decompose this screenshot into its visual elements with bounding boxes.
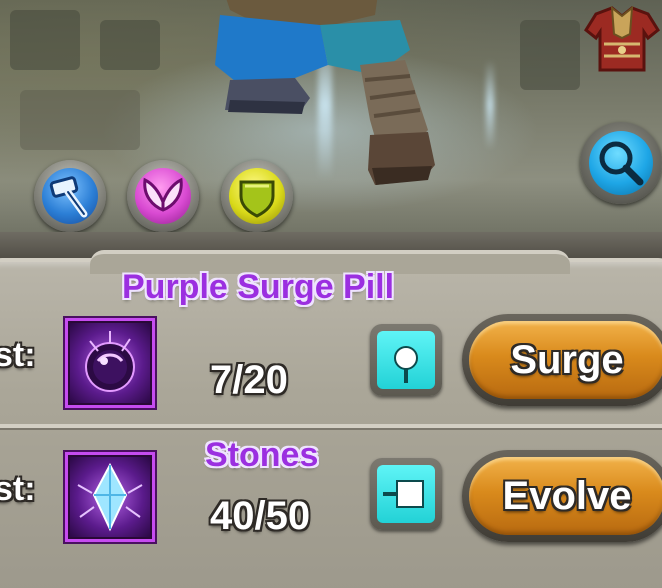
search-button[interactable]	[580, 122, 662, 204]
evolve-button[interactable]: Evolve	[462, 450, 662, 542]
hero-upgrade-screen: Purple Surge Pill st: 7/20 Surge Stones …	[0, 0, 662, 588]
evolve-item-title: Stones	[205, 436, 319, 474]
hammer-icon	[49, 176, 88, 218]
wings-icon	[143, 177, 183, 212]
magnifier-icon	[599, 141, 644, 186]
evolve-auto-toggle[interactable]	[370, 458, 442, 530]
surge-button[interactable]: Surge	[462, 314, 662, 406]
evolve-button-label: Evolve	[502, 474, 632, 518]
surge-item-slot[interactable]	[65, 318, 155, 408]
skill-wings-button[interactable]	[127, 160, 199, 232]
shield-icon	[239, 180, 275, 218]
hero-preview-scene	[0, 0, 662, 240]
evolve-item-slot[interactable]	[65, 452, 155, 542]
crystal-stone-icon	[77, 462, 143, 532]
surge-cost-label: st:	[0, 336, 36, 374]
skill-shield-button[interactable]	[221, 160, 293, 232]
armor-icon[interactable]	[582, 4, 662, 80]
evolve-cost-label: st:	[0, 470, 36, 508]
evolve-item-count: 40/50	[210, 494, 311, 538]
section-divider	[0, 424, 662, 428]
surge-item-count: 7/20	[210, 358, 288, 402]
surge-button-label: Surge	[510, 338, 624, 382]
light-beam	[486, 60, 494, 150]
toggle-square-icon	[383, 480, 424, 508]
toggle-circle-icon	[394, 346, 418, 383]
skill-hammer-button[interactable]	[34, 160, 106, 232]
surge-auto-toggle[interactable]	[370, 324, 442, 396]
surge-item-title: Purple Surge Pill	[122, 268, 395, 306]
purple-surge-pill-icon	[85, 331, 135, 392]
